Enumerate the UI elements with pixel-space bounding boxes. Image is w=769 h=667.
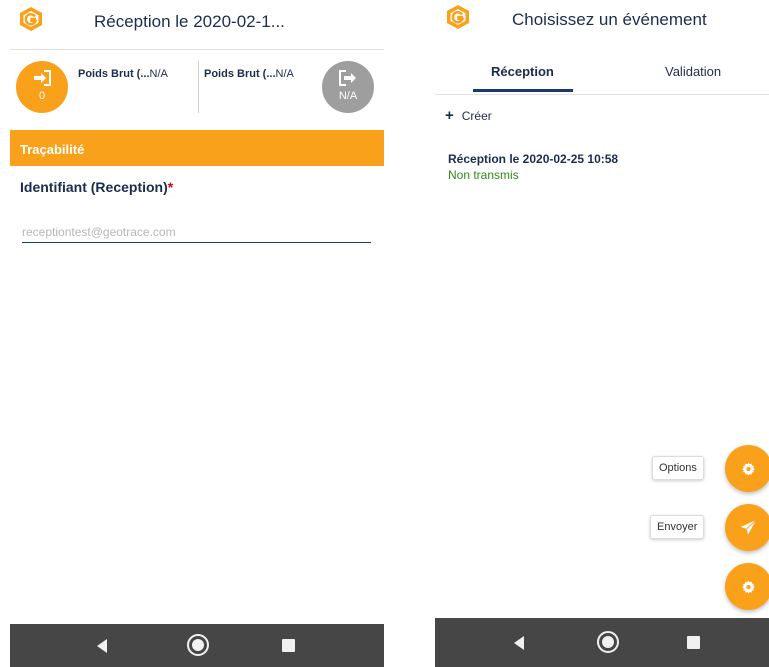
back-triangle-icon[interactable] [97, 639, 107, 653]
right-screen: Choisissez un événement Réception Valida… [435, 0, 769, 667]
entry-weight-name: Poids Brut (... [78, 68, 150, 80]
send-fab-label[interactable]: Envoyer [650, 515, 705, 539]
send-fab[interactable] [725, 504, 769, 551]
options-fab-label[interactable]: Options [652, 456, 704, 480]
geotrace-logo-icon [447, 5, 469, 29]
back-triangle-icon[interactable] [514, 636, 524, 650]
app-header: Réception le 2020-02-1... [10, 0, 384, 50]
home-circle-icon[interactable] [187, 634, 209, 656]
android-nav-bar [435, 618, 769, 667]
entry-weight-label: Poids Brut (...N/A [78, 68, 168, 80]
home-circle-icon[interactable] [597, 631, 619, 653]
exit-weight-value: N/A [275, 68, 294, 80]
geotrace-logo-icon [20, 7, 42, 31]
app-header: Choisissez un événement [435, 0, 769, 50]
counter-divider [198, 61, 199, 113]
tab-validation[interactable]: Validation [665, 64, 721, 79]
create-label: Créer [461, 109, 492, 123]
exit-count: N/A [338, 90, 358, 102]
entry-count-button[interactable]: 0 [16, 61, 68, 113]
settings-fab[interactable] [725, 563, 769, 610]
identifier-label: Identifiant (Reception)* [20, 179, 173, 195]
page-title: Réception le 2020-02-1... [94, 12, 285, 31]
entry-weight-value: N/A [149, 68, 168, 80]
recent-square-icon[interactable] [687, 636, 700, 649]
plus-icon: + [445, 107, 454, 124]
create-button[interactable]: + Créer [445, 107, 492, 124]
left-screen: Réception le 2020-02-1... 0 Poids Brut (… [10, 0, 384, 667]
entry-count: 0 [38, 90, 46, 102]
options-fab[interactable] [725, 445, 769, 492]
section-header: Traçabilité [10, 130, 384, 166]
event-item-title[interactable]: Réception le 2020-02-25 10:58 [448, 152, 618, 166]
android-nav-bar [10, 624, 384, 667]
exit-weight-label: Poids Brut (...N/A [204, 68, 294, 80]
gear-icon [742, 462, 755, 476]
active-tab-indicator [473, 89, 573, 92]
tab-reception[interactable]: Réception [491, 64, 554, 79]
sign-in-icon [34, 70, 51, 86]
required-mark: * [167, 179, 174, 195]
recent-square-icon[interactable] [282, 639, 295, 652]
counter-bar: 0 Poids Brut (...N/A Poids Brut (...N/A … [10, 51, 384, 127]
identifier-input[interactable] [22, 221, 371, 243]
paper-plane-icon [740, 519, 757, 535]
sign-out-icon [339, 70, 356, 86]
exit-count-button[interactable]: N/A [322, 61, 374, 113]
exit-weight-name: Poids Brut (... [204, 68, 276, 80]
event-item-status: Non transmis [448, 168, 519, 182]
page-title: Choisissez un événement [512, 10, 707, 29]
identifier-label-text: Identifiant (Reception) [20, 179, 168, 195]
gear-icon [742, 580, 755, 594]
